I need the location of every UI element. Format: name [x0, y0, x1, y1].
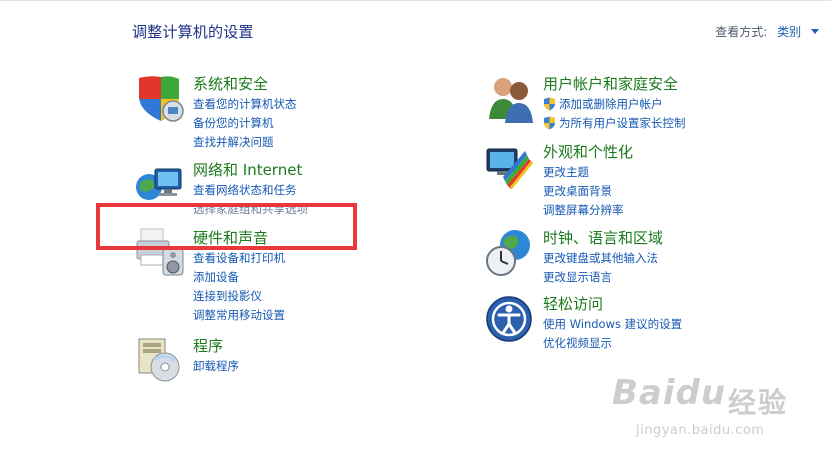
chevron-down-icon[interactable] — [811, 29, 819, 34]
view-by-label: 查看方式: — [715, 25, 768, 39]
link-uninstall-program[interactable]: 卸载程序 — [193, 357, 239, 376]
users-icon — [489, 78, 533, 123]
link-display-language[interactable]: 更改显示语言 — [543, 268, 658, 287]
link-change-keyboard[interactable]: 更改键盘或其他输入法 — [543, 249, 658, 268]
watermark-text: 经验 — [728, 386, 789, 419]
link-change-theme[interactable]: 更改主题 — [543, 163, 624, 182]
monitor-palette-icon — [486, 148, 533, 189]
category-title-user-accounts[interactable]: 用户帐户和家庭安全 — [543, 73, 678, 94]
uac-shield-icon — [544, 116, 555, 130]
link-network-status[interactable]: 查看网络状态和任务 — [193, 181, 308, 200]
category-title-ease-of-access[interactable]: 轻松访问 — [543, 293, 603, 314]
category-title-system-security[interactable]: 系统和安全 — [193, 73, 268, 94]
category-title-programs[interactable]: 程序 — [193, 335, 223, 356]
highlight-box — [96, 203, 357, 250]
link-windows-recommended[interactable]: 使用 Windows 建议的设置 — [543, 315, 682, 334]
category-title-appearance[interactable]: 外观和个性化 — [543, 141, 633, 162]
uac-shield-icon — [544, 97, 555, 111]
link-parental-controls-label: 为所有用户设置家长控制 — [559, 116, 686, 130]
view-by-control: 查看方式: 类别 — [715, 23, 819, 40]
link-troubleshoot[interactable]: 查找并解决问题 — [193, 133, 297, 152]
link-view-computer-status[interactable]: 查看您的计算机状态 — [193, 95, 297, 114]
link-add-remove-accounts[interactable]: 添加或删除用户帐户 — [543, 95, 686, 114]
category-title-network-internet[interactable]: 网络和 Internet — [193, 159, 302, 180]
link-add-device[interactable]: 添加设备 — [193, 268, 285, 287]
link-change-background[interactable]: 更改桌面背景 — [543, 182, 624, 201]
link-devices-printers[interactable]: 查看设备和打印机 — [193, 249, 285, 268]
top-divider — [0, 0, 831, 1]
link-backup-computer[interactable]: 备份您的计算机 — [193, 114, 297, 133]
baidu-watermark: Baidu 经验 jingyan.baidu.com — [612, 373, 812, 453]
link-mobility-settings[interactable]: 调整常用移动设置 — [193, 306, 285, 325]
link-add-remove-accounts-label: 添加或删除用户帐户 — [559, 97, 663, 111]
link-connect-projector[interactable]: 连接到投影仪 — [193, 287, 285, 306]
page-title: 调整计算机的设置 — [132, 23, 254, 41]
watermark-url: jingyan.baidu.com — [636, 423, 765, 438]
watermark-logo: Baidu — [612, 373, 727, 413]
ease-of-access-icon — [486, 296, 532, 342]
link-parental-controls[interactable]: 为所有用户设置家长控制 — [543, 114, 686, 133]
shield-computer-icon — [139, 76, 184, 122]
view-by-dropdown[interactable]: 类别 — [777, 25, 801, 39]
control-panel-window: 调整计算机的设置 查看方式: 类别 系统和安全 查看您的计算机状态 备份您的计算… — [0, 0, 831, 460]
clock-globe-icon — [486, 230, 530, 276]
link-optimize-display[interactable]: 优化视频显示 — [543, 334, 682, 353]
link-screen-resolution[interactable]: 调整屏幕分辨率 — [543, 201, 624, 220]
category-title-clock-language-region[interactable]: 时钟、语言和区域 — [543, 227, 663, 248]
programs-disc-icon — [138, 338, 180, 382]
